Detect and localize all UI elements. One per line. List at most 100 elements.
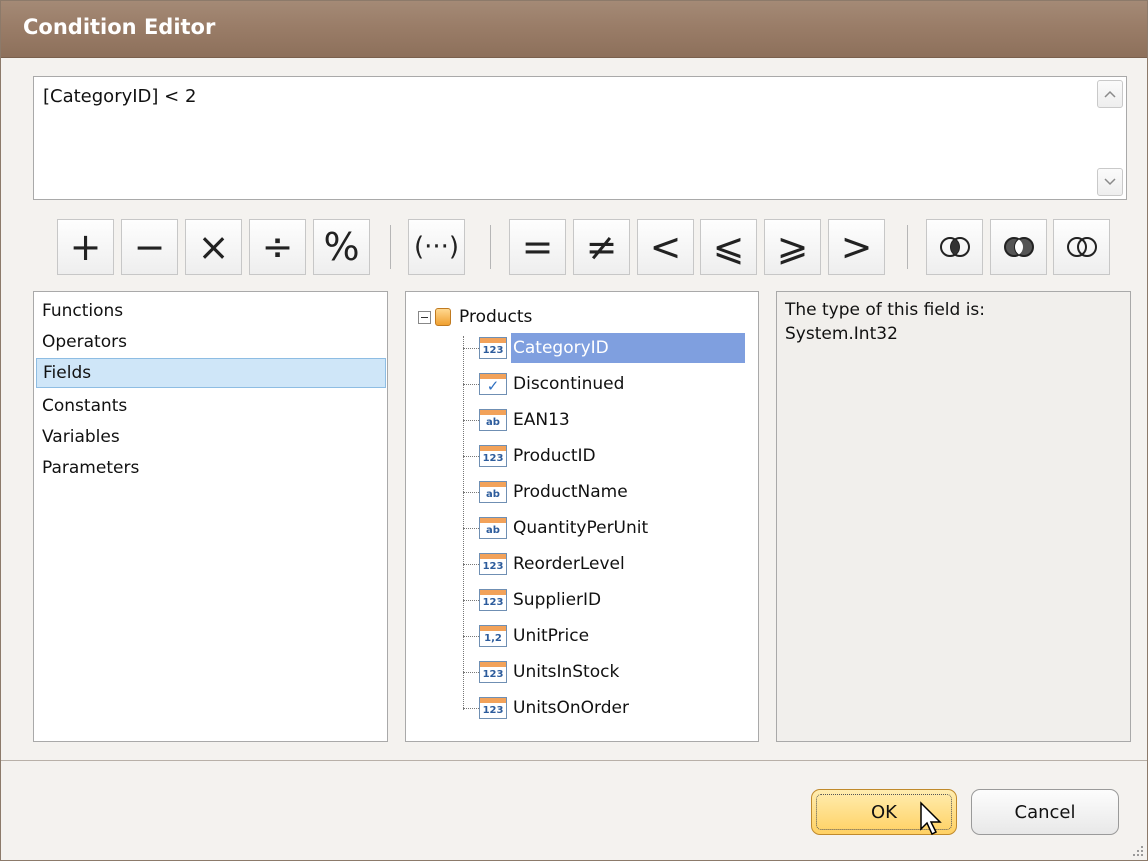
or-button[interactable] [990,219,1047,275]
tree-item-label: UnitPrice [513,626,590,646]
and-button[interactable] [926,219,983,275]
tree-item-reorderlevel[interactable]: 123 ReorderLevel [463,549,631,579]
modulo-button[interactable]: % [313,219,370,275]
category-item-fields[interactable]: Fields [36,358,386,388]
expression-scrollbar[interactable] [1097,80,1123,196]
tree-item-label: ProductName [513,482,628,502]
tree-connector [463,383,479,385]
numeric-field-icon: 123 [479,337,507,359]
description-line-2: System.Int32 [785,324,898,344]
expression-editor[interactable]: [CategoryID] < 2 [33,76,1127,200]
field-type-glyph: ab [486,525,500,536]
equal-button[interactable]: = [509,219,566,275]
plus-button[interactable]: + [57,219,114,275]
category-item-variables[interactable]: Variables [36,423,386,453]
tree-item-label: QuantityPerUnit [513,518,649,538]
greater-or-equal-button[interactable]: ⩾ [764,219,821,275]
category-item-parameters[interactable]: Parameters [36,454,386,484]
tree-connector [463,599,479,601]
cancel-button[interactable]: Cancel [971,789,1119,835]
tree-item-unitsinstock[interactable]: 123 UnitsInStock [463,657,625,687]
tree-item-productname[interactable]: ab ProductName [463,477,634,507]
tree-item-label: EAN13 [513,410,570,430]
tree-connector [463,491,479,493]
tree-item-label: ReorderLevel [513,554,625,574]
minus-button[interactable]: − [121,219,178,275]
category-item-constants[interactable]: Constants [36,392,386,422]
tree-item-discontinued[interactable]: ✓ Discontinued [463,369,630,399]
scroll-up-button[interactable] [1097,80,1123,108]
tree-item-label: UnitsOnOrder [513,698,629,718]
string-field-icon: ab [479,409,507,431]
tree-root-products[interactable]: Products [418,304,532,330]
tree-item-unitsonorder[interactable]: 123 UnitsOnOrder [463,693,635,723]
chevron-up-icon [1104,90,1116,98]
operator-toolbar: + − × ÷ % (···) = ≠ < ⩽ ⩾ > [1,219,1147,277]
field-type-glyph: 123 [482,705,504,716]
not-button[interactable] [1053,219,1110,275]
field-type-glyph: 123 [482,597,504,608]
tree-connector [463,707,479,709]
numeric-field-icon: 123 [479,697,507,719]
tree-connector [463,527,479,529]
logical-not-icon [1066,237,1097,257]
logical-and-icon [939,237,970,257]
less-button[interactable]: < [637,219,694,275]
checkmark-icon: ✓ [486,377,500,395]
tree-item-productid[interactable]: 123 ProductID [463,441,602,471]
tree-connector [463,563,479,565]
tree-connector [463,419,479,421]
less-or-equal-button[interactable]: ⩽ [700,219,757,275]
not-equal-button[interactable]: ≠ [573,219,630,275]
tree-item-label: Discontinued [513,374,625,394]
tree-connector [463,455,479,457]
resize-grip-icon[interactable] [1131,844,1145,858]
expression-text[interactable]: [CategoryID] < 2 [43,86,196,107]
description-line-1: The type of this field is: [785,300,986,320]
string-field-icon: ab [479,517,507,539]
decimal-field-icon: 1,2 [479,625,507,647]
tree-item-quantityperunit[interactable]: ab QuantityPerUnit [463,513,654,543]
parentheses-button[interactable]: (···) [408,219,465,275]
tree-item-label: CategoryID [511,333,745,363]
numeric-field-icon: 123 [479,445,507,467]
field-type-glyph: 1,2 [484,633,502,644]
tree-item-unitprice[interactable]: 1,2 UnitPrice [463,621,595,651]
divide-button[interactable]: ÷ [249,219,306,275]
toolbar-separator [907,225,908,269]
mouse-cursor-icon [920,801,942,836]
title-bar: Condition Editor [1,1,1147,58]
tree-item-supplierid[interactable]: 123 SupplierID [463,585,607,615]
window-title: Condition Editor [23,15,216,39]
tree-item-ean13[interactable]: ab EAN13 [463,405,576,435]
scroll-down-button[interactable] [1097,168,1123,196]
numeric-field-icon: 123 [479,661,507,683]
tree-connector [463,671,479,673]
tree-item-label: SupplierID [513,590,602,610]
footer-divider [1,760,1147,761]
tree-item-label: ProductID [513,446,596,466]
field-type-glyph: ab [486,489,500,500]
multiply-button[interactable]: × [185,219,242,275]
numeric-field-icon: 123 [479,553,507,575]
description-panel: The type of this field is: System.Int32 [776,291,1131,742]
numeric-field-icon: 123 [479,589,507,611]
category-item-operators[interactable]: Operators [36,328,386,358]
field-tree[interactable]: Products 123 CategoryID ✓ Discontinued a… [405,291,759,742]
category-list[interactable]: Functions Operators Fields Constants Var… [33,291,388,742]
category-item-functions[interactable]: Functions [36,297,386,327]
condition-editor-dialog: Condition Editor [CategoryID] < 2 + − × … [0,0,1148,861]
chevron-down-icon [1104,178,1116,186]
greater-button[interactable]: > [828,219,885,275]
logical-or-icon [1003,237,1034,257]
tree-item-categoryid[interactable]: 123 CategoryID [463,333,745,363]
field-type-glyph: 123 [482,453,504,464]
field-type-glyph: 123 [482,345,504,356]
tree-connector [463,635,479,637]
tree-root-label: Products [459,307,533,327]
collapse-icon[interactable] [418,310,431,324]
field-type-glyph: 123 [482,561,504,572]
field-type-glyph: 123 [482,669,504,680]
tree-connector [463,347,479,349]
boolean-field-icon: ✓ [479,373,507,395]
